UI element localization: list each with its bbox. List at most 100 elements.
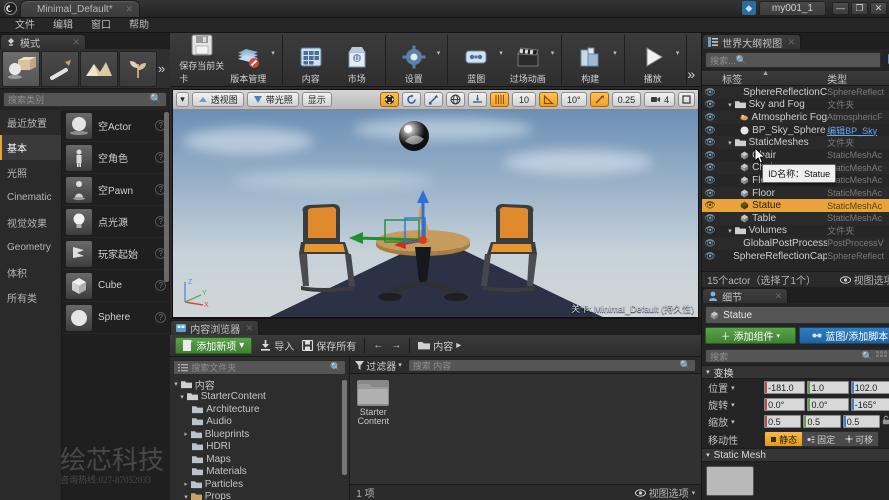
coordinate-space-button[interactable]: [446, 92, 465, 107]
maximize-viewport-button[interactable]: [678, 92, 695, 107]
chevron-down-icon[interactable]: ▾: [731, 401, 735, 409]
viewport-lighting-button[interactable]: 带光照: [247, 92, 299, 107]
place-list-scrollbar[interactable]: [164, 112, 169, 282]
content-view-options-button[interactable]: 视图选项 ▾: [635, 485, 696, 500]
column-type[interactable]: 类型: [827, 71, 889, 86]
tree-item-particles[interactable]: ▸ Particles: [170, 478, 349, 491]
tree-item-architecture[interactable]: Architecture: [170, 403, 349, 416]
add-new-button[interactable]: 添加新项 ▾: [175, 337, 252, 354]
nav-back-button[interactable]: ←: [373, 340, 383, 351]
category-recently-placed[interactable]: 最近放置: [0, 110, 61, 135]
scale-x-input[interactable]: 0.5: [764, 415, 801, 428]
place-mode-button[interactable]: [2, 51, 40, 87]
tree-item-materials[interactable]: Materials: [170, 466, 349, 479]
visibility-eye-icon[interactable]: 👁: [702, 200, 718, 211]
maximize-button[interactable]: ❐: [851, 2, 868, 15]
table-row[interactable]: 👁 SphereReflectionCaptur SphereReflect: [702, 250, 889, 263]
mobility-stationary-button[interactable]: 固定: [802, 432, 840, 446]
foliage-mode-button[interactable]: [119, 51, 157, 87]
mobility-movable-button[interactable]: 可移: [840, 432, 878, 446]
chevron-down-icon[interactable]: ▾: [271, 49, 277, 71]
outliner-view-options-button[interactable]: 视图选项 ▾: [840, 272, 889, 287]
folder-search-input[interactable]: 搜索文件夹 🔍: [173, 360, 346, 375]
save-all-button[interactable]: 保存所有: [302, 338, 356, 353]
level-document-tab[interactable]: Minimal_Default* ✕: [20, 0, 140, 17]
chevron-down-icon[interactable]: ▾: [731, 384, 735, 392]
tab-modes[interactable]: 模式 ✕: [0, 34, 86, 49]
close-window-button[interactable]: ✕: [870, 2, 887, 15]
landscape-mode-button[interactable]: [80, 51, 118, 87]
visibility-eye-icon[interactable]: 👁: [702, 150, 718, 161]
list-item[interactable]: Sphere ?: [62, 302, 170, 334]
expander-icon[interactable]: ▾: [180, 393, 184, 401]
nav-forward-button[interactable]: →: [391, 340, 401, 351]
category-geometry[interactable]: Geometry: [0, 235, 61, 260]
add-component-button[interactable]: ＋ 添加组件 ▾: [705, 327, 795, 344]
visibility-eye-icon[interactable]: 👁: [702, 112, 718, 123]
tree-item-startercontent[interactable]: ▾ StarterContent: [170, 391, 349, 404]
visibility-eye-icon[interactable]: 👁: [702, 175, 718, 186]
breadcrumb-arrow-icon[interactable]: ▸: [456, 340, 461, 351]
save-current-level-button[interactable]: 保存当前关卡: [179, 37, 225, 85]
category-cinematic[interactable]: Cinematic: [0, 185, 61, 210]
visibility-eye-icon[interactable]: 👁: [702, 87, 718, 98]
level-viewport[interactable]: ▾ 透视图 带光照 显示: [172, 89, 699, 318]
table-row[interactable]: 👁 BP_Sky_Sphere 编辑BP_Sky: [702, 124, 889, 137]
category-basic[interactable]: 基本: [0, 135, 61, 160]
play-button[interactable]: 播放: [630, 37, 676, 85]
source-control-button[interactable]: 版本管理: [225, 37, 271, 85]
menu-edit[interactable]: 编辑: [44, 18, 82, 33]
transform-section-header[interactable]: ▾ 变换: [702, 365, 889, 379]
close-icon[interactable]: ✕: [788, 37, 796, 48]
marketplace-button[interactable]: U 市场: [334, 37, 380, 85]
breadcrumb[interactable]: 内容 ▸: [418, 338, 461, 353]
list-item[interactable]: 点光源 ?: [62, 206, 170, 238]
expander-icon[interactable]: ▸: [184, 480, 188, 488]
visibility-eye-icon[interactable]: 👁: [702, 162, 718, 173]
tree-item-props[interactable]: ▾ Props: [170, 491, 349, 500]
category-visual-effects[interactable]: 视觉效果: [0, 210, 61, 235]
menu-file[interactable]: 文件: [6, 18, 44, 33]
table-row[interactable]: 👁 Floor StaticMeshAc: [702, 187, 889, 200]
scale-snap-value[interactable]: 0.25: [612, 92, 642, 107]
blueprint-button[interactable]: 蓝图: [453, 37, 499, 85]
folder-tree-scrollbar[interactable]: [342, 380, 347, 475]
table-row[interactable]: 👁 Chair StaticMeshAc: [702, 149, 889, 162]
visibility-eye-icon[interactable]: 👁: [702, 125, 718, 136]
close-icon[interactable]: ✕: [72, 37, 80, 48]
tab-content-browser[interactable]: 内容浏览器 ✕: [170, 320, 259, 335]
project-tab[interactable]: my001_1: [759, 1, 826, 16]
expander-icon[interactable]: ▾: [184, 493, 188, 500]
table-row[interactable]: 👁 ▾ Sky and Fog 文件夹: [702, 99, 889, 112]
angle-snap-value[interactable]: 10°: [561, 92, 587, 107]
list-item[interactable]: 空角色 ?: [62, 142, 170, 174]
rotation-y-input[interactable]: 0.0°: [807, 398, 848, 411]
chevron-down-icon[interactable]: ▾: [551, 49, 557, 71]
build-button[interactable]: 构建: [567, 37, 613, 85]
grid-view-icon[interactable]: [876, 351, 887, 362]
table-row[interactable]: 👁 SphereReflectionCapt SphereReflect: [702, 86, 889, 99]
viewport-menu-button[interactable]: ▾: [176, 92, 189, 107]
scale-tool-button[interactable]: [424, 92, 443, 107]
scale-y-input[interactable]: 0.5: [803, 415, 840, 428]
filters-button[interactable]: 过滤器 ▾: [355, 358, 402, 373]
viewport-scene[interactable]: Z X Y 关卡: Minimal_Default (持久性): [173, 110, 698, 317]
list-item[interactable]: 空Actor ?: [62, 110, 170, 142]
close-icon[interactable]: ✕: [775, 291, 783, 302]
location-z-input[interactable]: 102.0: [851, 381, 889, 394]
close-icon[interactable]: ✕: [246, 323, 254, 334]
toolbar-overflow-icon[interactable]: »: [687, 66, 701, 86]
settings-button[interactable]: 设置: [391, 37, 437, 85]
column-label[interactable]: 标签 ▲: [702, 71, 827, 86]
blueprint-script-button[interactable]: 蓝图/添加脚本: [799, 327, 889, 344]
rotation-x-input[interactable]: 0.0°: [764, 398, 805, 411]
asset-item-starter-content[interactable]: Starter Content: [356, 380, 390, 426]
expander-icon[interactable]: ▾: [728, 227, 732, 235]
location-x-input[interactable]: -181.0: [764, 381, 805, 394]
expander-icon[interactable]: ▸: [184, 430, 188, 438]
visibility-eye-icon[interactable]: 👁: [702, 99, 718, 110]
outliner-search-input[interactable]: 搜索... 🔍: [705, 52, 881, 68]
sphere-reflection-capture-actor[interactable]: [397, 119, 431, 153]
grid-snap-toggle[interactable]: [490, 92, 509, 107]
chevron-down-icon[interactable]: ▾: [613, 49, 619, 71]
